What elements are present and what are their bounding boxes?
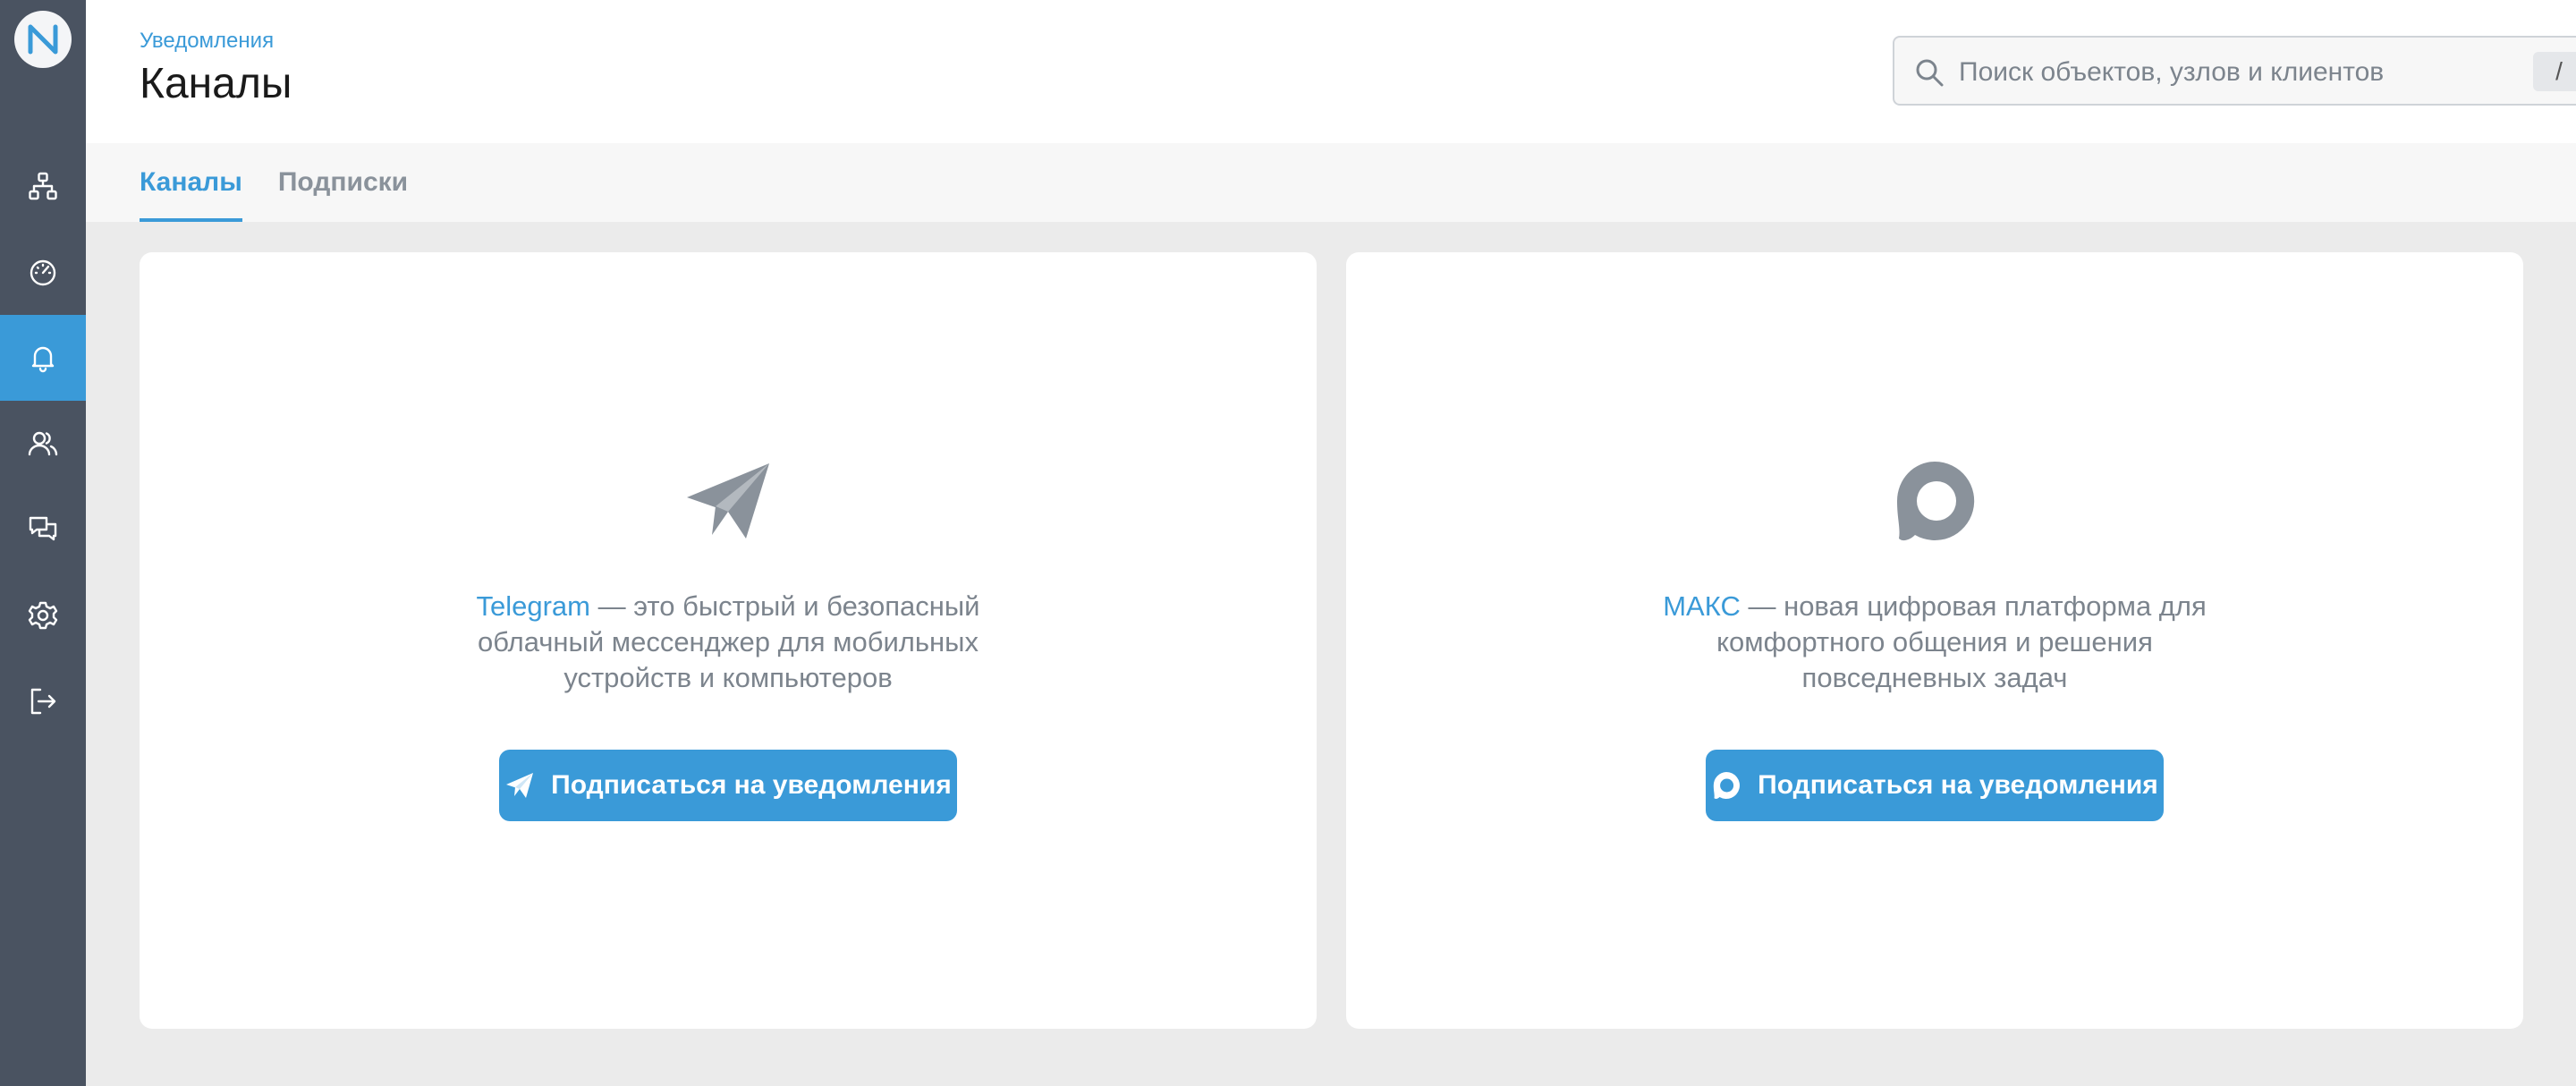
sidebar-item-settings[interactable] — [0, 573, 86, 658]
search-box[interactable]: / — [1893, 36, 2576, 106]
app-logo[interactable] — [14, 11, 72, 68]
subscribe-telegram-button[interactable]: Подписаться на уведомления — [499, 750, 957, 821]
button-label: Подписаться на уведомления — [1758, 770, 2158, 800]
search-shortcut-hint: / — [2533, 52, 2576, 91]
telegram-icon — [687, 463, 769, 539]
max-icon — [1897, 461, 1975, 541]
description-line-1: — новая цифровая платформа для — [1740, 590, 2207, 622]
sidebar-item-network[interactable] — [0, 143, 86, 229]
channel-description: Telegram — это быстрый и безопасный обла… — [408, 589, 1048, 696]
button-label: Подписаться на уведомления — [551, 770, 952, 800]
channel-brand-link[interactable]: МАКС — [1663, 590, 1741, 622]
description-line-3: устройств и компьютеров — [564, 662, 893, 693]
sidebar-item-chat[interactable] — [0, 487, 86, 573]
tab-channels[interactable]: Каналы — [140, 143, 242, 222]
gear-icon — [28, 601, 58, 630]
gauge-icon — [30, 259, 56, 286]
tab-subscriptions[interactable]: Подписки — [278, 143, 408, 222]
chat-icon — [29, 516, 57, 541]
description-line-2: облачный мессенджер для мобильных — [478, 626, 979, 658]
description-line-1: — это быстрый и безопасный — [590, 590, 980, 622]
bell-icon — [31, 346, 55, 373]
tabs-bar — [86, 143, 2576, 222]
description-line-3: повседневных задач — [1801, 662, 2068, 693]
max-icon — [1713, 772, 1741, 799]
sidebar-item-logout[interactable] — [0, 658, 86, 744]
channel-description: МАКС — новая цифровая платформа для комф… — [1614, 589, 2255, 696]
description-line-2: комфортного общения и решения — [1716, 626, 2153, 658]
channel-card-max: МАКС — новая цифровая платформа для комф… — [1346, 252, 2523, 1029]
sidebar-item-dashboard[interactable] — [0, 229, 86, 315]
breadcrumb[interactable]: Уведомления — [140, 29, 274, 54]
channel-card-telegram: Telegram — это быстрый и безопасный обла… — [140, 252, 1317, 1029]
search-icon — [1916, 59, 1944, 87]
search-input[interactable] — [1957, 50, 2533, 95]
logo-n-icon — [28, 24, 58, 55]
users-icon — [28, 431, 58, 456]
sidebar-item-notifications[interactable] — [0, 315, 86, 401]
page-header: Уведомления Каналы / — [86, 0, 2576, 143]
tabs: Каналы Подписки — [140, 143, 408, 222]
sidebar-item-users[interactable] — [0, 401, 86, 487]
subscribe-max-button[interactable]: Подписаться на уведомления — [1706, 750, 2164, 821]
sidebar — [0, 0, 86, 1086]
header-top: Уведомления Каналы / — [86, 0, 2576, 143]
network-icon — [29, 172, 57, 200]
channel-brand-link[interactable]: Telegram — [477, 590, 591, 622]
logout-icon — [30, 688, 56, 715]
page-title: Каналы — [140, 60, 292, 107]
telegram-icon — [506, 773, 534, 798]
